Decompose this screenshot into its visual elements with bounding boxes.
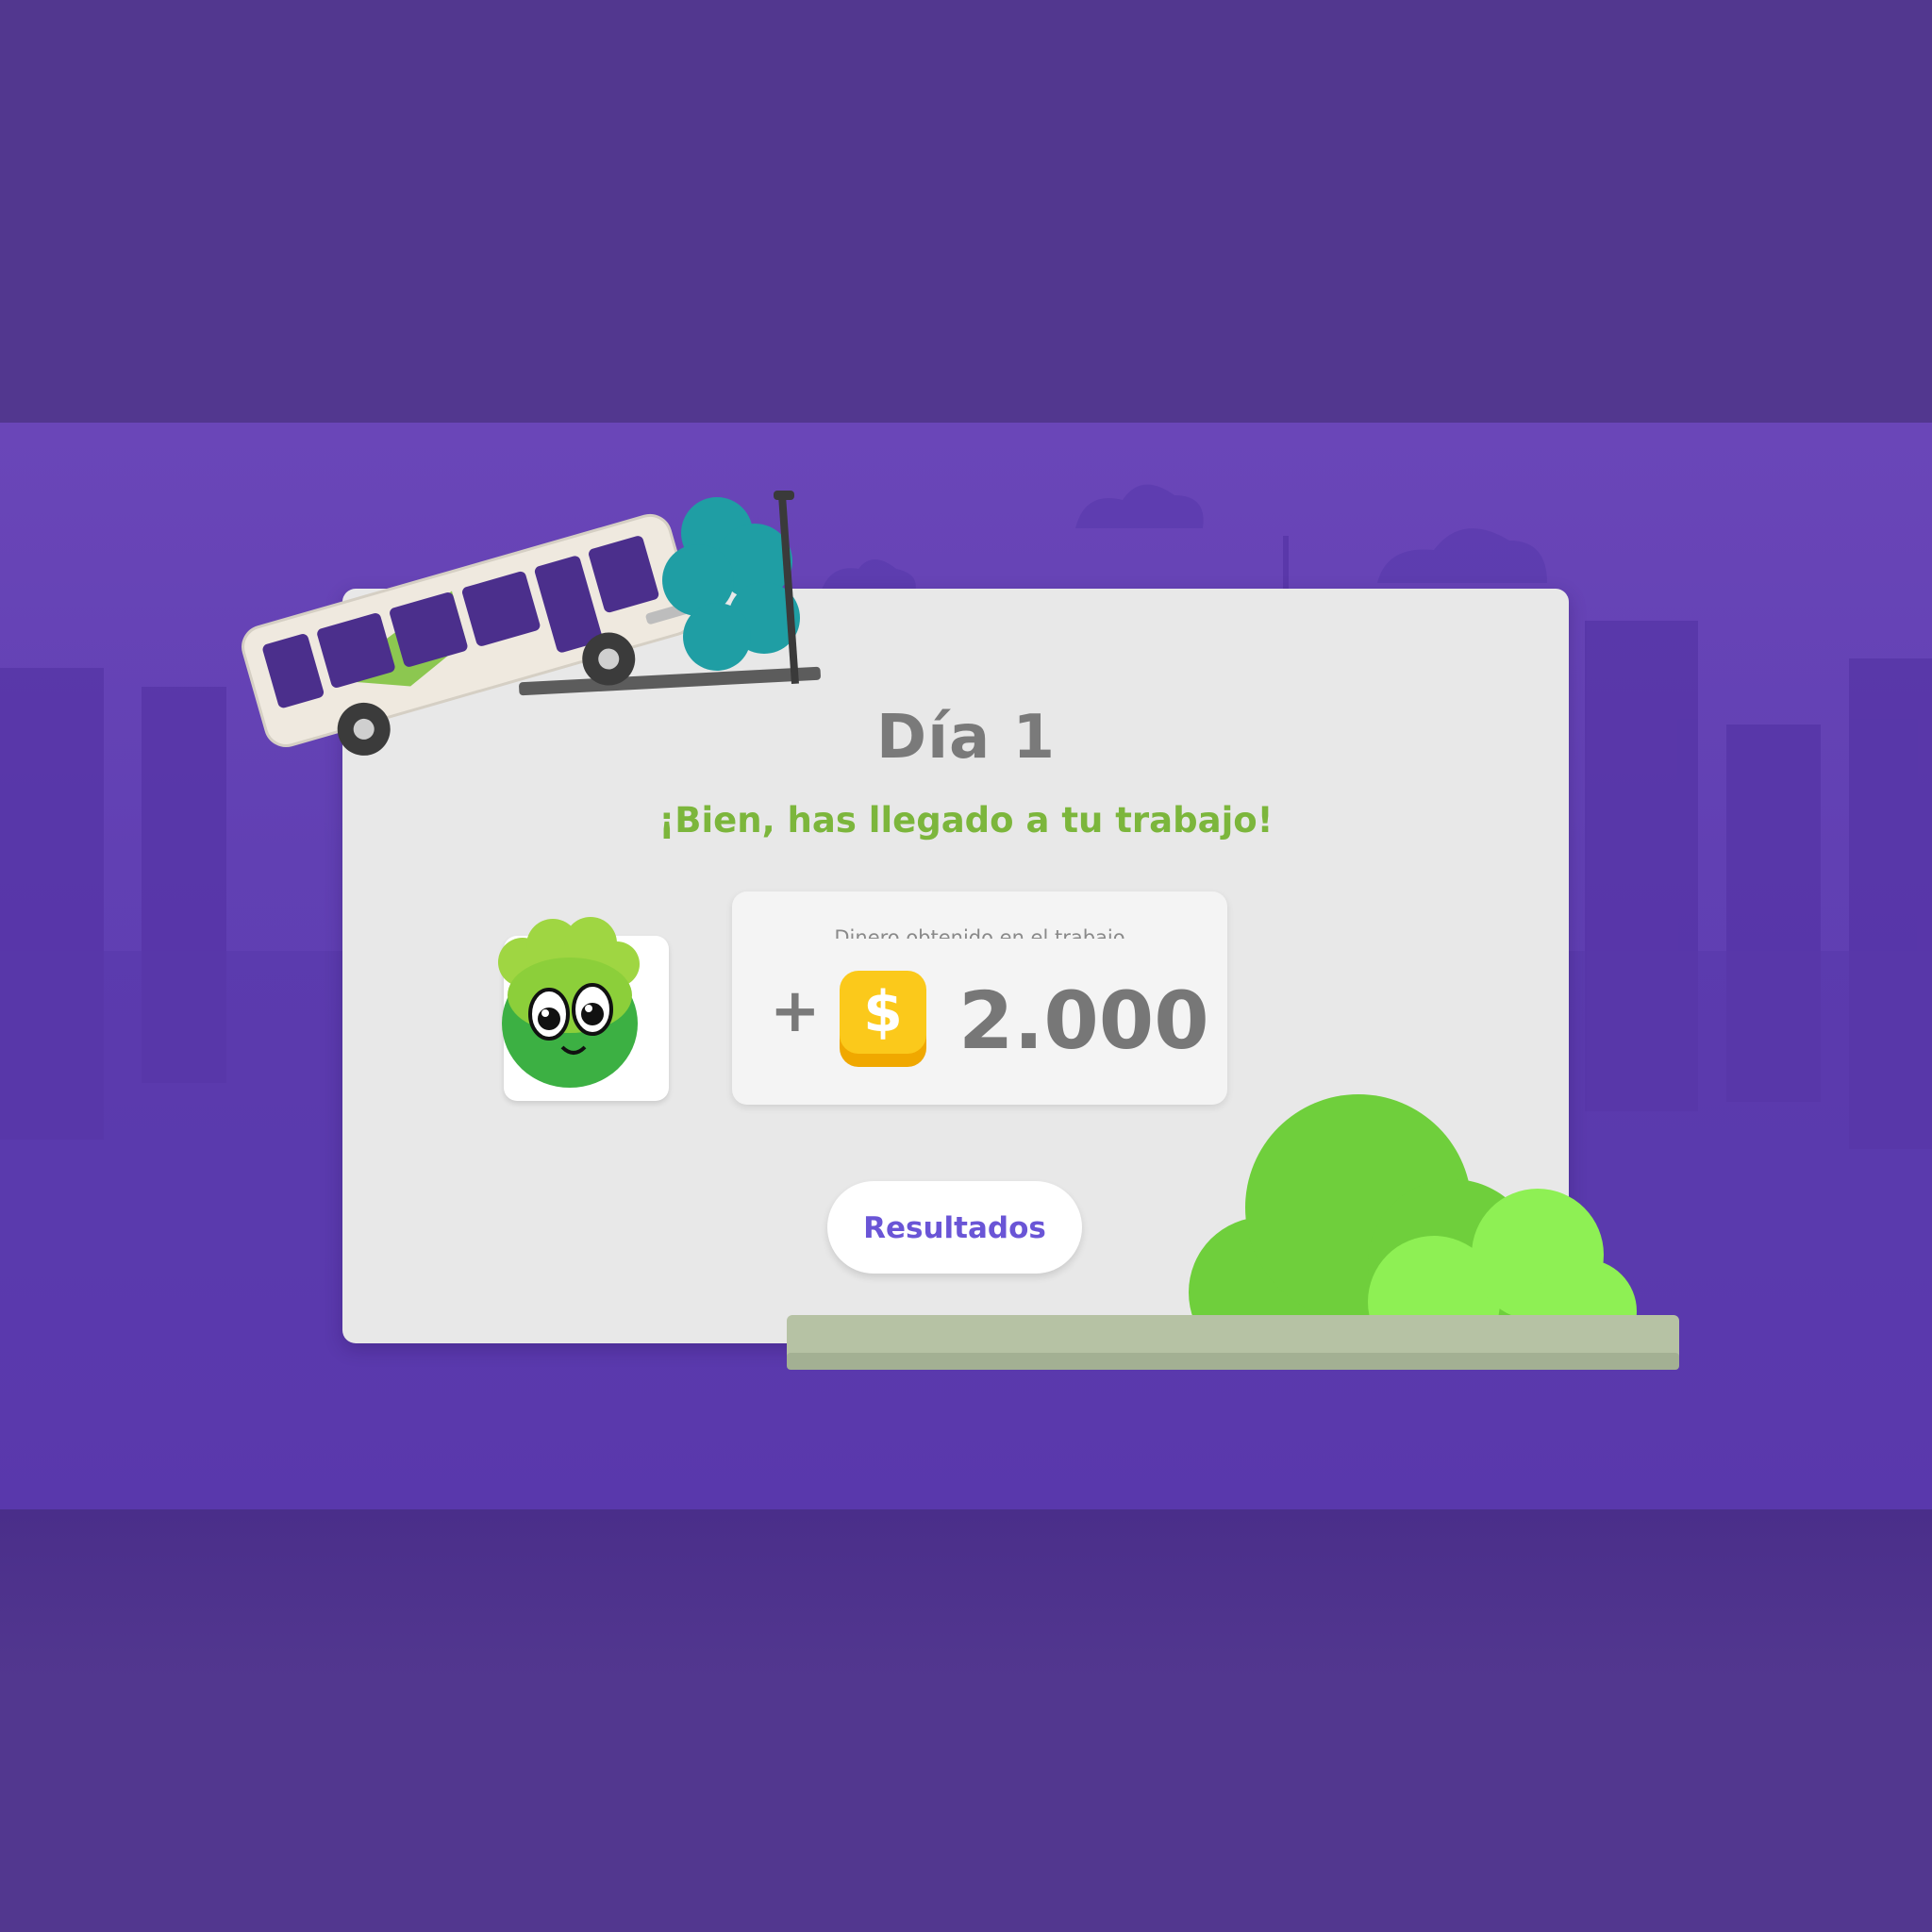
dollar-coin-icon: $ [836, 967, 930, 1074]
bottom-backdrop [0, 1509, 1932, 1932]
bush-illustration [774, 1085, 1679, 1391]
green-blob-character-icon [485, 906, 655, 1098]
day-title: Día 1 [875, 703, 1057, 773]
earnings-caption: Dinero obtenido en el trabajo [834, 926, 1125, 939]
top-backdrop [0, 0, 1932, 423]
currency-symbol: $ [863, 979, 903, 1045]
arrival-message: ¡Bien, has llegado a tu trabajo! [658, 800, 1274, 841]
earnings-amount: 2.000 [958, 974, 1209, 1067]
earnings-panel: Dinero obtenido en el trabajo + $ 2.000 [732, 891, 1227, 1105]
plus-sign: + [770, 976, 821, 1046]
